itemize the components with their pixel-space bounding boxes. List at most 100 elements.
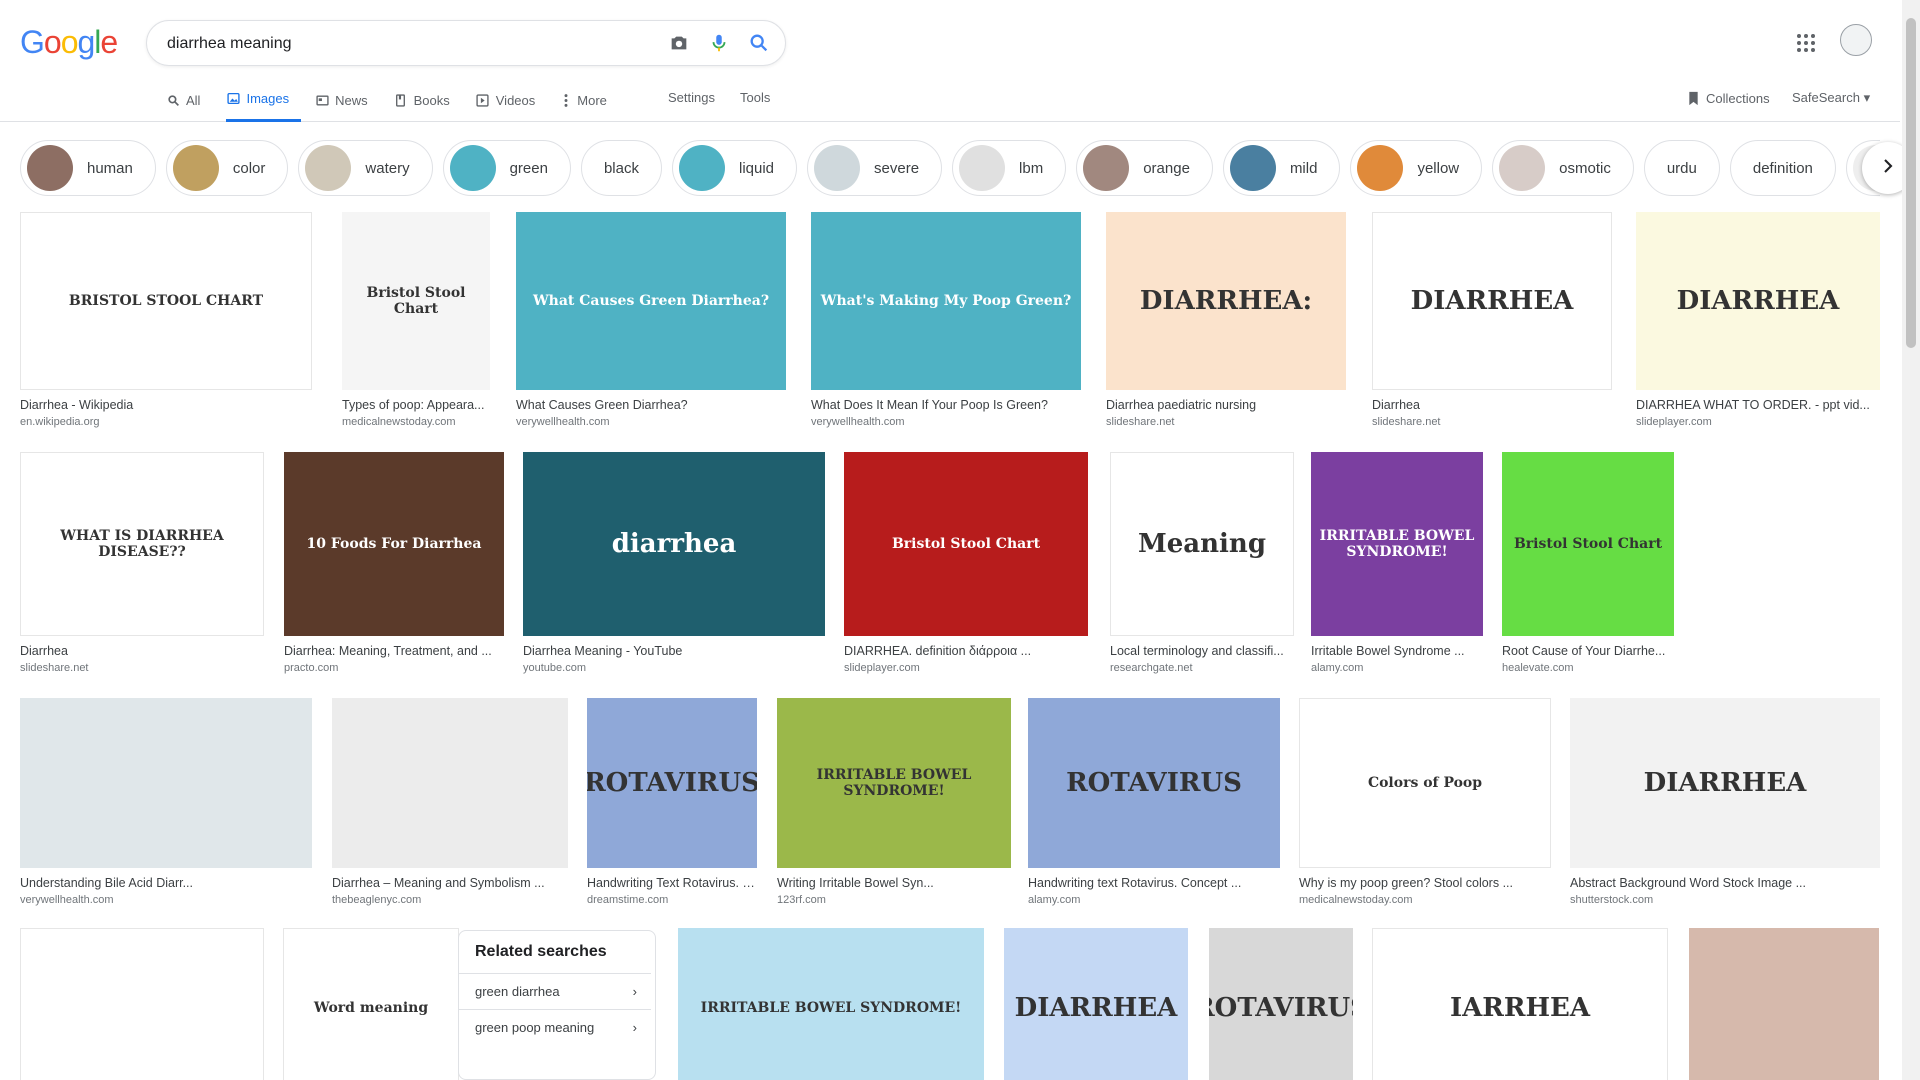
result-source[interactable]: slideshare.net (1106, 416, 1346, 428)
image-result[interactable]: DIARRHEA Diarrhea slideshare.net (1372, 212, 1612, 428)
image-result[interactable] (1689, 928, 1879, 1080)
result-thumbnail[interactable]: WHAT IS DIARRHEA DISEASE?? (20, 452, 264, 636)
result-title[interactable]: Types of poop: Appeara... (342, 398, 490, 412)
result-thumbnail[interactable]: Bristol Stool Chart (844, 452, 1088, 636)
result-title[interactable]: Diarrhea (20, 644, 264, 658)
image-result[interactable]: WHAT IS DIARRHEA DISEASE?? Diarrhea slides… (20, 452, 264, 674)
image-result[interactable]: IRRITABLE BOWEL SYNDROME! Writing Irritab… (777, 698, 1011, 906)
safesearch-dropdown[interactable]: SafeSearch ▾ (1792, 90, 1870, 106)
result-source[interactable]: healevate.com (1502, 662, 1674, 674)
result-thumbnail[interactable]: Word meaning (283, 928, 459, 1080)
image-result[interactable]: ROTAVIRUS (1209, 928, 1353, 1080)
result-thumbnail[interactable]: DIARRHEA (1636, 212, 1880, 390)
image-result[interactable]: DIARRHEA DIARRHEA WHAT TO ORDER. - ppt vi… (1636, 212, 1880, 428)
result-source[interactable]: alamy.com (1028, 894, 1280, 906)
result-thumbnail[interactable] (1689, 928, 1879, 1080)
result-title[interactable]: Why is my poop green? Stool colors ... (1299, 876, 1551, 890)
scrollbar-thumb[interactable] (1906, 18, 1916, 348)
result-source[interactable]: slideshare.net (1372, 416, 1612, 428)
image-result[interactable]: Bristol Stool Chart Root Cause of Your Di… (1502, 452, 1674, 674)
result-thumbnail[interactable] (332, 698, 568, 868)
result-source[interactable]: practo.com (284, 662, 504, 674)
result-title[interactable]: DIARRHEA. definition διάρροια ... (844, 644, 1088, 658)
result-thumbnail[interactable]: 10 Foods For Diarrhea (284, 452, 504, 636)
result-source[interactable]: medicalnewstoday.com (1299, 894, 1551, 906)
result-thumbnail[interactable]: DIARRHEA (1004, 928, 1188, 1080)
chip-watery[interactable]: watery (298, 140, 433, 196)
image-result[interactable]: Diarrhea – Meaning and Symbolism ... theb… (332, 698, 568, 906)
result-title[interactable]: Handwriting Text Rotavirus. Concept ... (587, 876, 757, 890)
chip-yellow[interactable]: yellow (1350, 140, 1483, 196)
result-title[interactable]: Diarrhea Meaning - YouTube (523, 644, 825, 658)
result-title[interactable]: Abstract Background Word Stock Image ... (1570, 876, 1880, 890)
chip-green[interactable]: green (442, 140, 571, 196)
tab-images[interactable]: Images (226, 90, 302, 122)
result-source[interactable]: 123rf.com (777, 894, 1011, 906)
result-source[interactable]: slideshare.net (20, 662, 264, 674)
camera-icon[interactable] (667, 31, 691, 55)
tab-books[interactable]: Books (394, 90, 462, 122)
image-result[interactable]: Word meaning (283, 928, 459, 1080)
result-title[interactable]: Handwriting text Rotavirus. Concept ... (1028, 876, 1280, 890)
image-result[interactable]: ROTAVIRUS Handwriting text Rotavirus. Con… (1028, 698, 1280, 906)
image-result[interactable]: DIARRHEA (1004, 928, 1188, 1080)
tab-all[interactable]: All (166, 90, 212, 122)
result-source[interactable]: en.wikipedia.org (20, 416, 312, 428)
image-result[interactable]: diarrhea Diarrhea Meaning - YouTube youtub… (523, 452, 825, 674)
result-source[interactable]: dreamstime.com (587, 894, 757, 906)
search-icon[interactable] (747, 31, 771, 55)
result-source[interactable]: verywellhealth.com (811, 416, 1081, 428)
chip-severe[interactable]: severe (807, 140, 943, 196)
chip-human[interactable]: human (20, 140, 156, 196)
result-thumbnail[interactable]: DIARRHEA (1372, 212, 1612, 390)
result-source[interactable]: researchgate.net (1110, 662, 1294, 674)
image-result[interactable]: DIARRHEA: Diarrhea paediatric nursing slid… (1106, 212, 1346, 428)
result-thumbnail[interactable]: ROTAVIRUS (1028, 698, 1280, 868)
result-title[interactable]: Root Cause of Your Diarrhe... (1502, 644, 1674, 658)
result-thumbnail[interactable]: diarrhea (523, 452, 825, 636)
result-source[interactable]: thebeaglenyc.com (332, 894, 568, 906)
result-source[interactable]: slideplayer.com (844, 662, 1088, 674)
image-result[interactable]: What Does Yellow Diarrhea Mean? - DiaRes… (20, 928, 264, 1080)
microphone-icon[interactable] (707, 31, 731, 55)
result-title[interactable]: What Does It Mean If Your Poop Is Green? (811, 398, 1081, 412)
image-result[interactable]: 10 Foods For Diarrhea Diarrhea: Meaning, … (284, 452, 504, 674)
chip-urdu[interactable]: urdu (1643, 140, 1720, 196)
result-thumbnail[interactable]: IRRITABLE BOWEL SYNDROME! (777, 698, 1011, 868)
chip-orange[interactable]: orange (1076, 140, 1213, 196)
search-input[interactable] (167, 31, 627, 57)
image-result[interactable]: BRISTOL STOOL CHART Diarrhea - Wikipedia e… (20, 212, 312, 428)
tab-more[interactable]: More (561, 90, 619, 122)
result-source[interactable]: slideplayer.com (1636, 416, 1880, 428)
result-thumbnail[interactable]: DIARRHEA: (1106, 212, 1346, 390)
result-thumbnail[interactable]: IARRHEA (1372, 928, 1668, 1080)
result-thumbnail[interactable]: IRRITABLE BOWEL SYNDROME! (1311, 452, 1483, 636)
result-thumbnail[interactable]: Bristol Stool Chart (342, 212, 490, 390)
image-result[interactable]: Colors of Poop Why is my poop green? Stoo… (1299, 698, 1551, 906)
chip-color[interactable]: color (165, 140, 289, 196)
image-result[interactable]: IRRITABLE BOWEL SYNDROME! Irritable Bowel… (1311, 452, 1483, 674)
google-logo[interactable]: Google (20, 24, 118, 61)
avatar[interactable] (1840, 24, 1872, 56)
result-title[interactable]: What Causes Green Diarrhea? (516, 398, 786, 412)
image-result[interactable]: Understanding Bile Acid Diarr... verywell… (20, 698, 312, 906)
chip-mild[interactable]: mild (1222, 140, 1341, 196)
image-result[interactable]: Bristol Stool Chart Types of poop: Appear… (342, 212, 490, 428)
result-source[interactable]: shutterstock.com (1570, 894, 1880, 906)
scrollbar[interactable] (1902, 0, 1920, 1080)
result-title[interactable]: Diarrhea (1372, 398, 1612, 412)
image-result[interactable]: What's Making My Poop Green? What Does It… (811, 212, 1081, 428)
result-thumbnail[interactable]: IRRITABLE BOWEL SYNDROME! (678, 928, 984, 1080)
image-result[interactable]: IARRHEA (1372, 928, 1668, 1080)
result-thumbnail[interactable]: DIARRHEA (1570, 698, 1880, 868)
result-thumbnail[interactable]: Bristol Stool Chart (1502, 452, 1674, 636)
result-thumbnail[interactable]: BRISTOL STOOL CHART (20, 212, 312, 390)
chip-liquid[interactable]: liquid (671, 140, 798, 196)
image-result[interactable]: IRRITABLE BOWEL SYNDROME! (678, 928, 984, 1080)
result-thumbnail[interactable]: ROTAVIRUS (1209, 928, 1353, 1080)
image-result[interactable]: DIARRHEA Abstract Background Word Stock I… (1570, 698, 1880, 906)
tab-news[interactable]: News (315, 90, 380, 122)
tools-link[interactable]: Tools (740, 90, 770, 105)
result-thumbnail[interactable]: Colors of Poop (1299, 698, 1551, 868)
image-result[interactable]: Meaning Local terminology and classifi...… (1110, 452, 1294, 674)
